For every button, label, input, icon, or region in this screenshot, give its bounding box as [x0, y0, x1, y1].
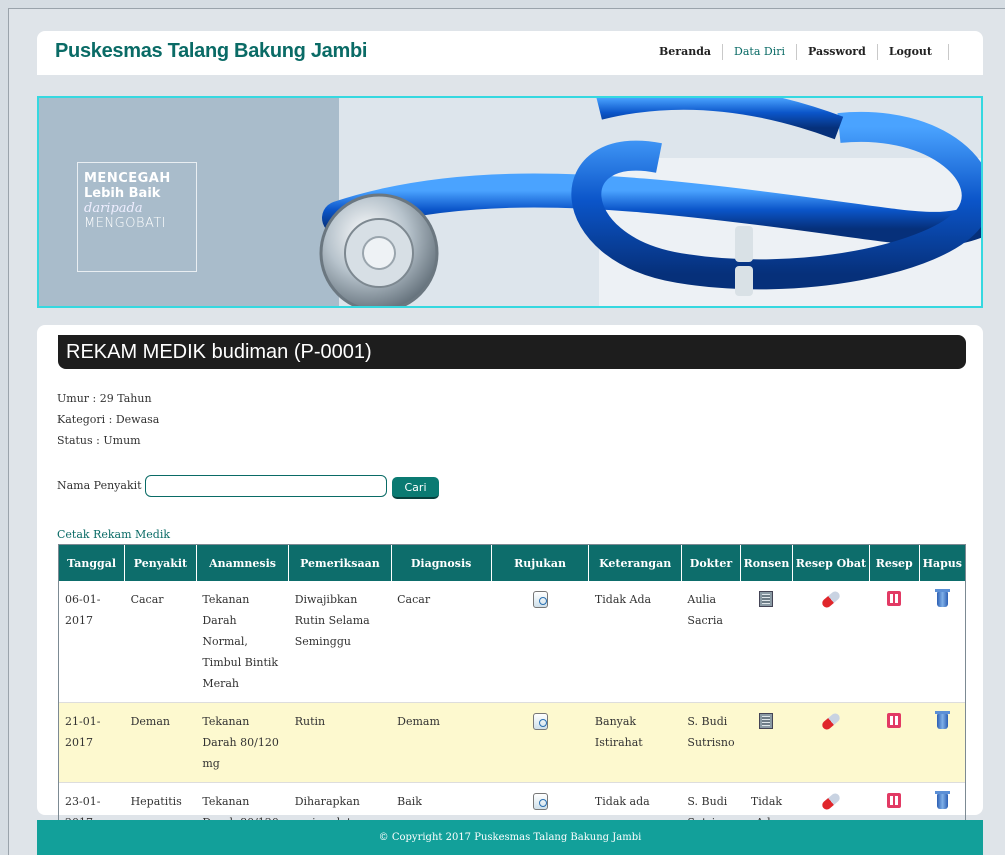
main-nav: Beranda Data Diri Password Logout	[648, 44, 949, 60]
print-record-link[interactable]: Cetak Rekam Medik	[57, 528, 170, 541]
col-anamnesis: Anamnesis	[196, 545, 290, 581]
search-input[interactable]	[145, 475, 387, 497]
prescription-icon[interactable]	[887, 591, 902, 606]
cell-resep	[869, 581, 919, 703]
cell-resep-obat	[792, 702, 870, 783]
cell-pemeriksaan: Diwajibkan Rutin Selama Seminggu	[294, 593, 370, 648]
search-button[interactable]: Cari	[392, 477, 439, 499]
referral-document-icon[interactable]	[532, 713, 548, 730]
trash-icon[interactable]	[934, 711, 950, 729]
cell-anamnesis: Tekanan Darah Normal, Timbul Bintik Mera…	[202, 593, 279, 690]
col-hapus: Hapus	[919, 545, 965, 581]
nav-logout[interactable]: Logout	[878, 44, 949, 60]
pill-icon[interactable]	[820, 711, 842, 732]
referral-document-icon[interactable]	[532, 793, 548, 810]
col-resep: Resep	[869, 545, 920, 581]
page-title: REKAM MEDIK budiman (P-0001)	[58, 335, 966, 369]
table-row: 21-01-2017 Deman Tekanan Darah 80/120 mg…	[59, 702, 965, 783]
nav-beranda[interactable]: Beranda	[648, 44, 724, 60]
col-resep-obat: Resep Obat	[792, 545, 870, 581]
slogan-line-1: MENCEGAH	[84, 171, 171, 186]
col-ronsen: Ronsen	[740, 545, 793, 581]
banner-slogan: MENCEGAH Lebih Baik daripada MENGOBATI	[77, 162, 197, 272]
cell-keterangan: Banyak Istirahat	[588, 702, 682, 783]
cell-penyakit: Cacar	[130, 593, 164, 606]
cell-diagnosis: Cacar	[397, 593, 431, 606]
cell-keterangan: Tidak Ada	[594, 593, 652, 606]
cell-hapus	[919, 581, 965, 703]
cell-dokter: S. Budi Sutrisno	[681, 702, 741, 783]
site-header: Puskesmas Talang Bakung Jambi Beranda Da…	[37, 31, 983, 75]
patient-category: Kategori : Dewasa	[57, 413, 160, 426]
cell-pemeriksaan: Rutin	[288, 702, 392, 783]
patient-status: Status : Umum	[57, 434, 141, 447]
prescription-icon[interactable]	[887, 713, 902, 728]
cell-anamnesis: Tekanan Darah 80/120 mg	[196, 702, 289, 783]
slogan-line-4: MENGOBATI	[84, 216, 167, 231]
cell-tanggal: 21-01-2017	[59, 702, 125, 783]
main-content: REKAM MEDIK budiman (P-0001) Umur : 29 T…	[37, 325, 983, 855]
cell-penyakit: Deman	[124, 702, 197, 783]
site-brand[interactable]: Puskesmas Talang Bakung Jambi	[55, 40, 367, 63]
xray-icon[interactable]	[759, 713, 774, 729]
cell-ronsen	[741, 581, 793, 703]
col-diagnosis: Diagnosis	[391, 545, 492, 581]
nav-password[interactable]: Password	[797, 44, 878, 60]
slogan-line-2: Lebih Baik	[84, 186, 161, 201]
cell-diagnosis: Demam	[391, 702, 492, 783]
col-pemeriksaan: Pemeriksaan	[288, 545, 392, 581]
cell-hapus	[919, 702, 965, 783]
cell-resep-obat	[792, 581, 869, 703]
prescription-icon[interactable]	[887, 793, 902, 808]
nav-data-diri[interactable]: Data Diri	[723, 44, 798, 60]
cell-tanggal: 06-01-2017	[65, 593, 101, 627]
slogan-line-3: daripada	[84, 201, 143, 216]
col-penyakit: Penyakit	[124, 545, 197, 581]
cell-ronsen	[740, 702, 793, 783]
site-footer: © Copyright 2017 Puskesmas Talang Bakung…	[37, 820, 983, 855]
table-header-row: Tanggal Penyakit Anamnesis Pemeriksaan D…	[59, 545, 965, 581]
hero-banner: MENCEGAH Lebih Baik daripada MENGOBATI	[37, 96, 983, 308]
cell-resep	[869, 702, 920, 783]
search-label: Nama Penyakit :	[57, 479, 149, 492]
col-tanggal: Tanggal	[59, 545, 126, 581]
cell-dokter: Aulia Sacria	[687, 593, 723, 627]
cell-rujukan	[491, 702, 589, 783]
table-row: 06-01-2017 Cacar Tekanan Darah Normal, T…	[59, 581, 965, 703]
col-keterangan: Keterangan	[588, 545, 682, 581]
pill-icon[interactable]	[820, 791, 842, 812]
pill-icon[interactable]	[820, 589, 842, 610]
referral-document-icon[interactable]	[532, 591, 548, 608]
xray-icon[interactable]	[759, 591, 774, 607]
patient-age: Umur : 29 Tahun	[57, 392, 152, 405]
trash-icon[interactable]	[934, 791, 950, 809]
medical-record-table: Tanggal Penyakit Anamnesis Pemeriksaan D…	[58, 544, 966, 855]
cell-rujukan	[491, 581, 589, 703]
trash-icon[interactable]	[934, 589, 950, 607]
col-dokter: Dokter	[681, 545, 742, 581]
col-rujukan: Rujukan	[491, 545, 590, 581]
